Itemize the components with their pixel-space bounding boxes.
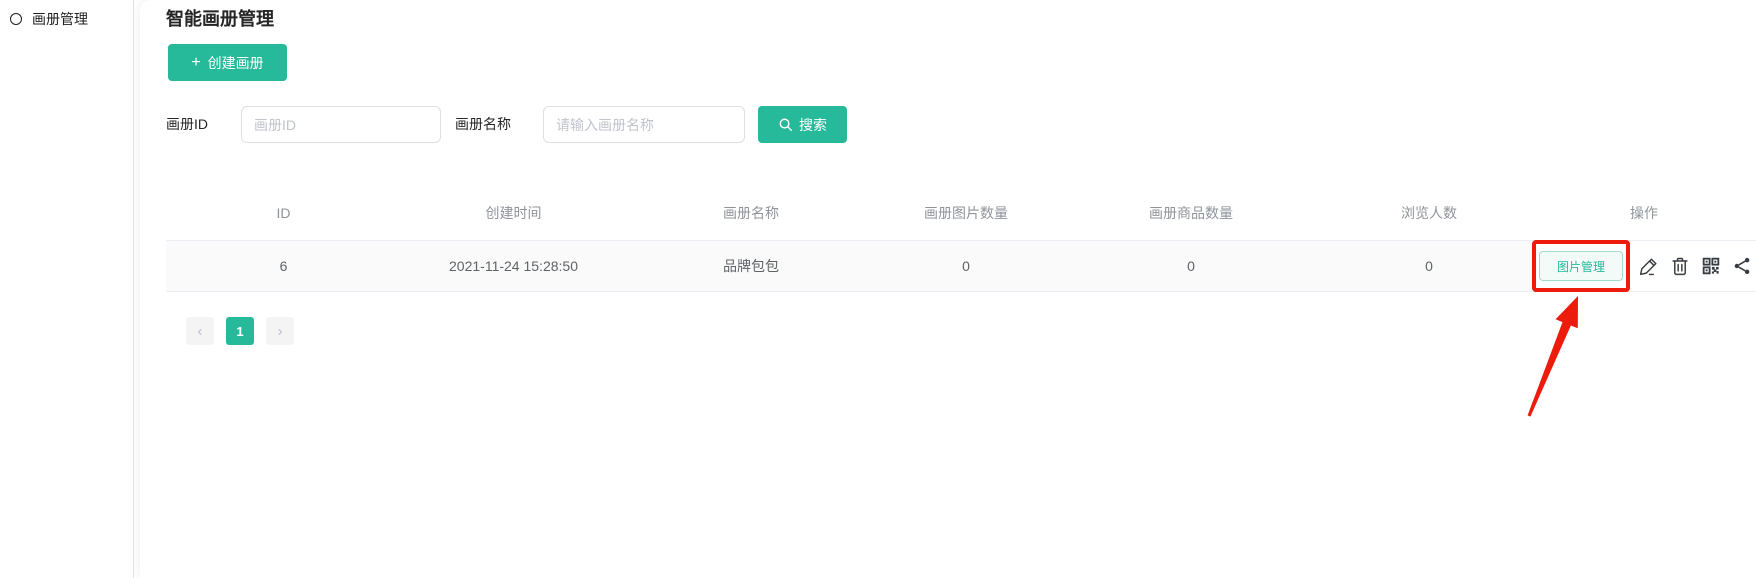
create-album-button[interactable]: + 创建画册 — [168, 44, 287, 81]
filter-bar: 画册ID 画册名称 搜索 — [140, 106, 1756, 143]
album-name-label: 画册名称 — [455, 106, 511, 143]
sidebar-item-label: 画册管理 — [32, 9, 88, 29]
album-table: ID 创建时间 画册名称 画册图片数量 画册商品数量 浏览人数 操作 6 202… — [166, 196, 1756, 292]
page-title: 智能画册管理 — [166, 5, 274, 31]
share-icon[interactable] — [1730, 255, 1753, 278]
column-header-album-name: 画册名称 — [626, 203, 876, 223]
pagination-prev-button[interactable]: ‹ — [186, 317, 214, 345]
image-manage-button[interactable]: 图片管理 — [1539, 251, 1623, 281]
search-button[interactable]: 搜索 — [758, 106, 847, 143]
cell-image-count: 0 — [876, 241, 1056, 291]
edit-icon[interactable] — [1637, 255, 1660, 278]
album-id-label: 画册ID — [166, 106, 208, 143]
pagination-page-1[interactable]: 1 — [226, 317, 254, 345]
annotation-highlight-box: 图片管理 — [1532, 240, 1630, 292]
qrcode-icon[interactable] — [1699, 255, 1722, 278]
main-panel: 智能画册管理 + 创建画册 画册ID 画册名称 搜索 ID 创建时间 画 — [140, 0, 1756, 578]
cell-actions: 图片管理 — [1532, 241, 1756, 291]
cell-album-name: 品牌包包 — [626, 241, 876, 291]
action-icons — [1637, 241, 1753, 291]
circle-icon — [10, 13, 22, 25]
album-id-input[interactable] — [241, 106, 441, 143]
table-header-row: ID 创建时间 画册名称 画册图片数量 画册商品数量 浏览人数 操作 — [166, 196, 1756, 230]
column-header-created-time: 创建时间 — [401, 203, 626, 223]
delete-icon[interactable] — [1668, 255, 1691, 278]
table-row: 6 2021-11-24 15:28:50 品牌包包 0 0 0 图片管理 — [166, 240, 1756, 292]
column-header-image-count: 画册图片数量 — [876, 203, 1056, 223]
search-button-label: 搜索 — [799, 115, 827, 135]
column-header-view-count: 浏览人数 — [1326, 203, 1532, 223]
album-name-input[interactable] — [543, 106, 745, 143]
plus-icon: + — [191, 55, 200, 71]
pagination-next-button[interactable]: › — [266, 317, 294, 345]
sidebar-item-album-management[interactable]: 画册管理 — [0, 0, 133, 38]
cell-view-count: 0 — [1326, 241, 1532, 291]
cell-product-count: 0 — [1056, 241, 1326, 291]
cell-created-time: 2021-11-24 15:28:50 — [401, 241, 626, 291]
sidebar: 画册管理 — [0, 0, 134, 578]
search-icon — [778, 117, 793, 132]
cell-id: 6 — [166, 241, 401, 291]
column-header-product-count: 画册商品数量 — [1056, 203, 1326, 223]
screen: 画册管理 智能画册管理 + 创建画册 画册ID 画册名称 搜索 — [0, 0, 1756, 578]
column-header-id: ID — [166, 205, 401, 221]
column-header-actions: 操作 — [1532, 203, 1756, 223]
create-album-label: 创建画册 — [208, 53, 264, 73]
pagination: ‹ 1 › — [186, 317, 294, 345]
